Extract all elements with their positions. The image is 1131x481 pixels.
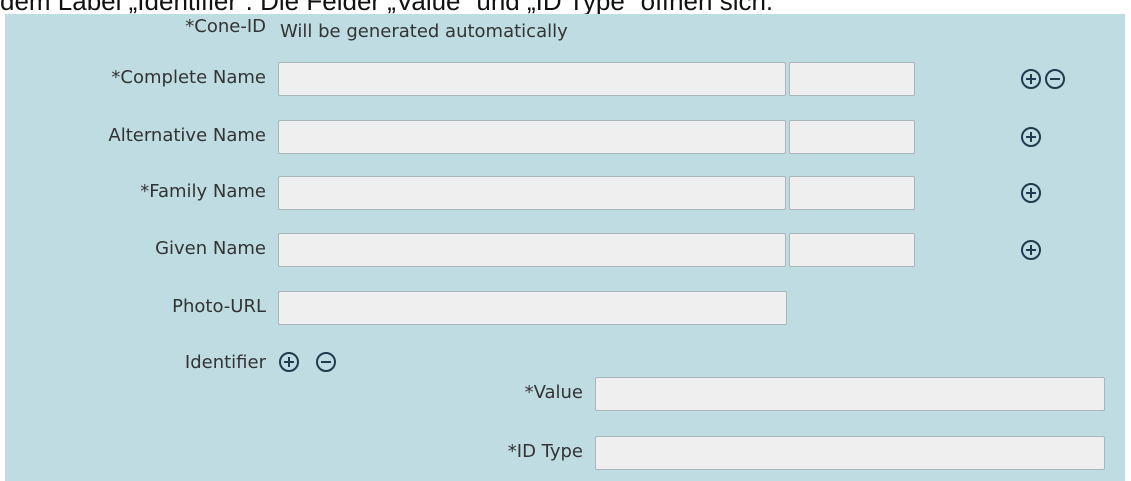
cone-id-label: *Cone-ID	[185, 16, 266, 37]
minus-circle-icon[interactable]	[1044, 68, 1066, 90]
identifier-value-input[interactable]	[595, 377, 1105, 411]
person-form: *Cone-ID Will be generated automatically…	[5, 14, 1125, 481]
alternative-name-type-input[interactable]	[789, 120, 915, 154]
photo-url-label: Photo-URL	[172, 296, 266, 317]
given-name-type-input[interactable]	[789, 233, 915, 267]
cone-id-value: Will be generated automatically	[280, 21, 568, 42]
identifier-id-type-input[interactable]	[595, 436, 1105, 470]
photo-url-input[interactable]	[278, 291, 787, 325]
alternative-name-input[interactable]	[278, 120, 786, 154]
alternative-name-label: Alternative Name	[108, 125, 266, 146]
family-name-type-input[interactable]	[789, 176, 915, 210]
plus-circle-icon[interactable]	[1020, 68, 1042, 90]
plus-circle-icon[interactable]	[1020, 126, 1042, 148]
complete-name-input[interactable]	[278, 62, 786, 96]
plus-circle-icon[interactable]	[1020, 182, 1042, 204]
identifier-id-type-label: *ID Type	[507, 441, 583, 462]
minus-circle-icon[interactable]	[315, 351, 337, 373]
given-name-label: Given Name	[155, 238, 266, 259]
family-name-label: *Family Name	[140, 181, 266, 202]
complete-name-type-input[interactable]	[789, 62, 915, 96]
given-name-input[interactable]	[278, 233, 786, 267]
plus-circle-icon[interactable]	[278, 351, 300, 373]
identifier-value-label: *Value	[524, 382, 583, 403]
family-name-input[interactable]	[278, 176, 786, 210]
identifier-label: Identifier	[184, 352, 266, 373]
complete-name-label: *Complete Name	[111, 67, 266, 88]
plus-circle-icon[interactable]	[1020, 239, 1042, 261]
